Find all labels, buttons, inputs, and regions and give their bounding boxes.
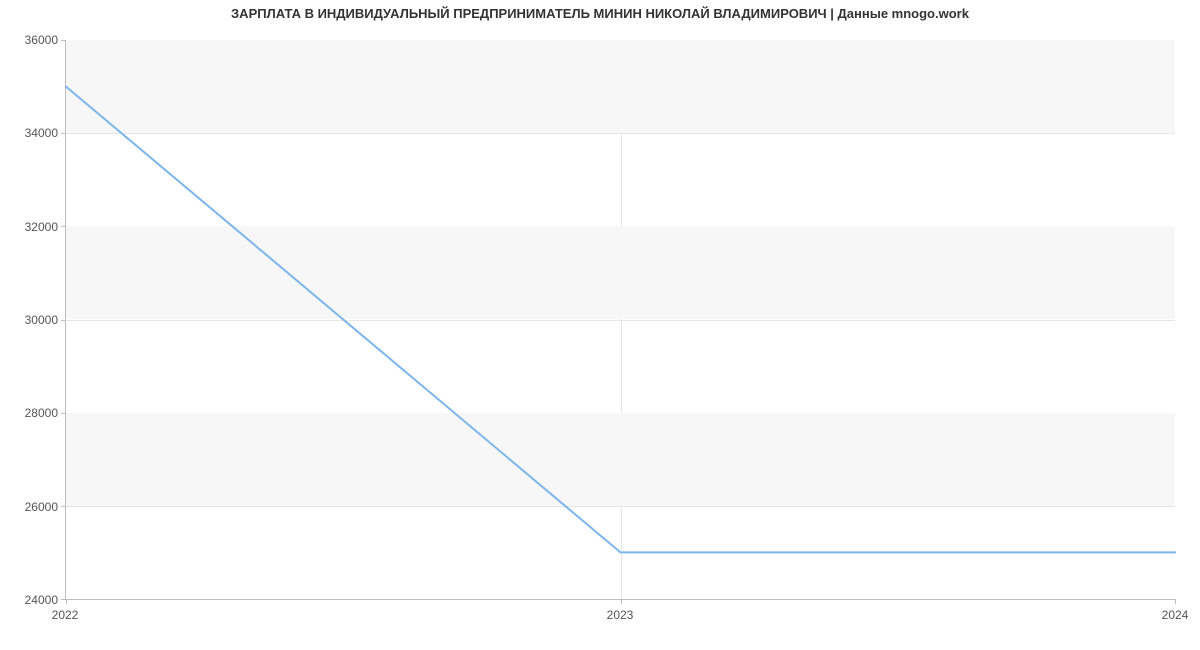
y-tick-label: 26000 (8, 500, 58, 514)
x-tick-mark (66, 599, 67, 604)
x-tick-label: 2022 (52, 608, 79, 622)
y-tick-label: 30000 (8, 313, 58, 327)
y-tick-label: 24000 (8, 593, 58, 607)
line-layer (66, 40, 1175, 599)
chart-container: ЗАРПЛАТА В ИНДИВИДУАЛЬНЫЙ ПРЕДПРИНИМАТЕЛ… (0, 0, 1200, 650)
y-tick-label: 36000 (8, 33, 58, 47)
x-tick-label: 2023 (607, 608, 634, 622)
x-tick-label: 2024 (1162, 608, 1189, 622)
x-tick-mark (621, 599, 622, 604)
series-line (66, 87, 1175, 553)
y-tick-label: 32000 (8, 220, 58, 234)
x-tick-mark (1175, 599, 1176, 604)
plot-area[interactable] (65, 40, 1175, 600)
y-tick-label: 34000 (8, 126, 58, 140)
chart-title: ЗАРПЛАТА В ИНДИВИДУАЛЬНЫЙ ПРЕДПРИНИМАТЕЛ… (0, 6, 1200, 21)
y-tick-label: 28000 (8, 406, 58, 420)
